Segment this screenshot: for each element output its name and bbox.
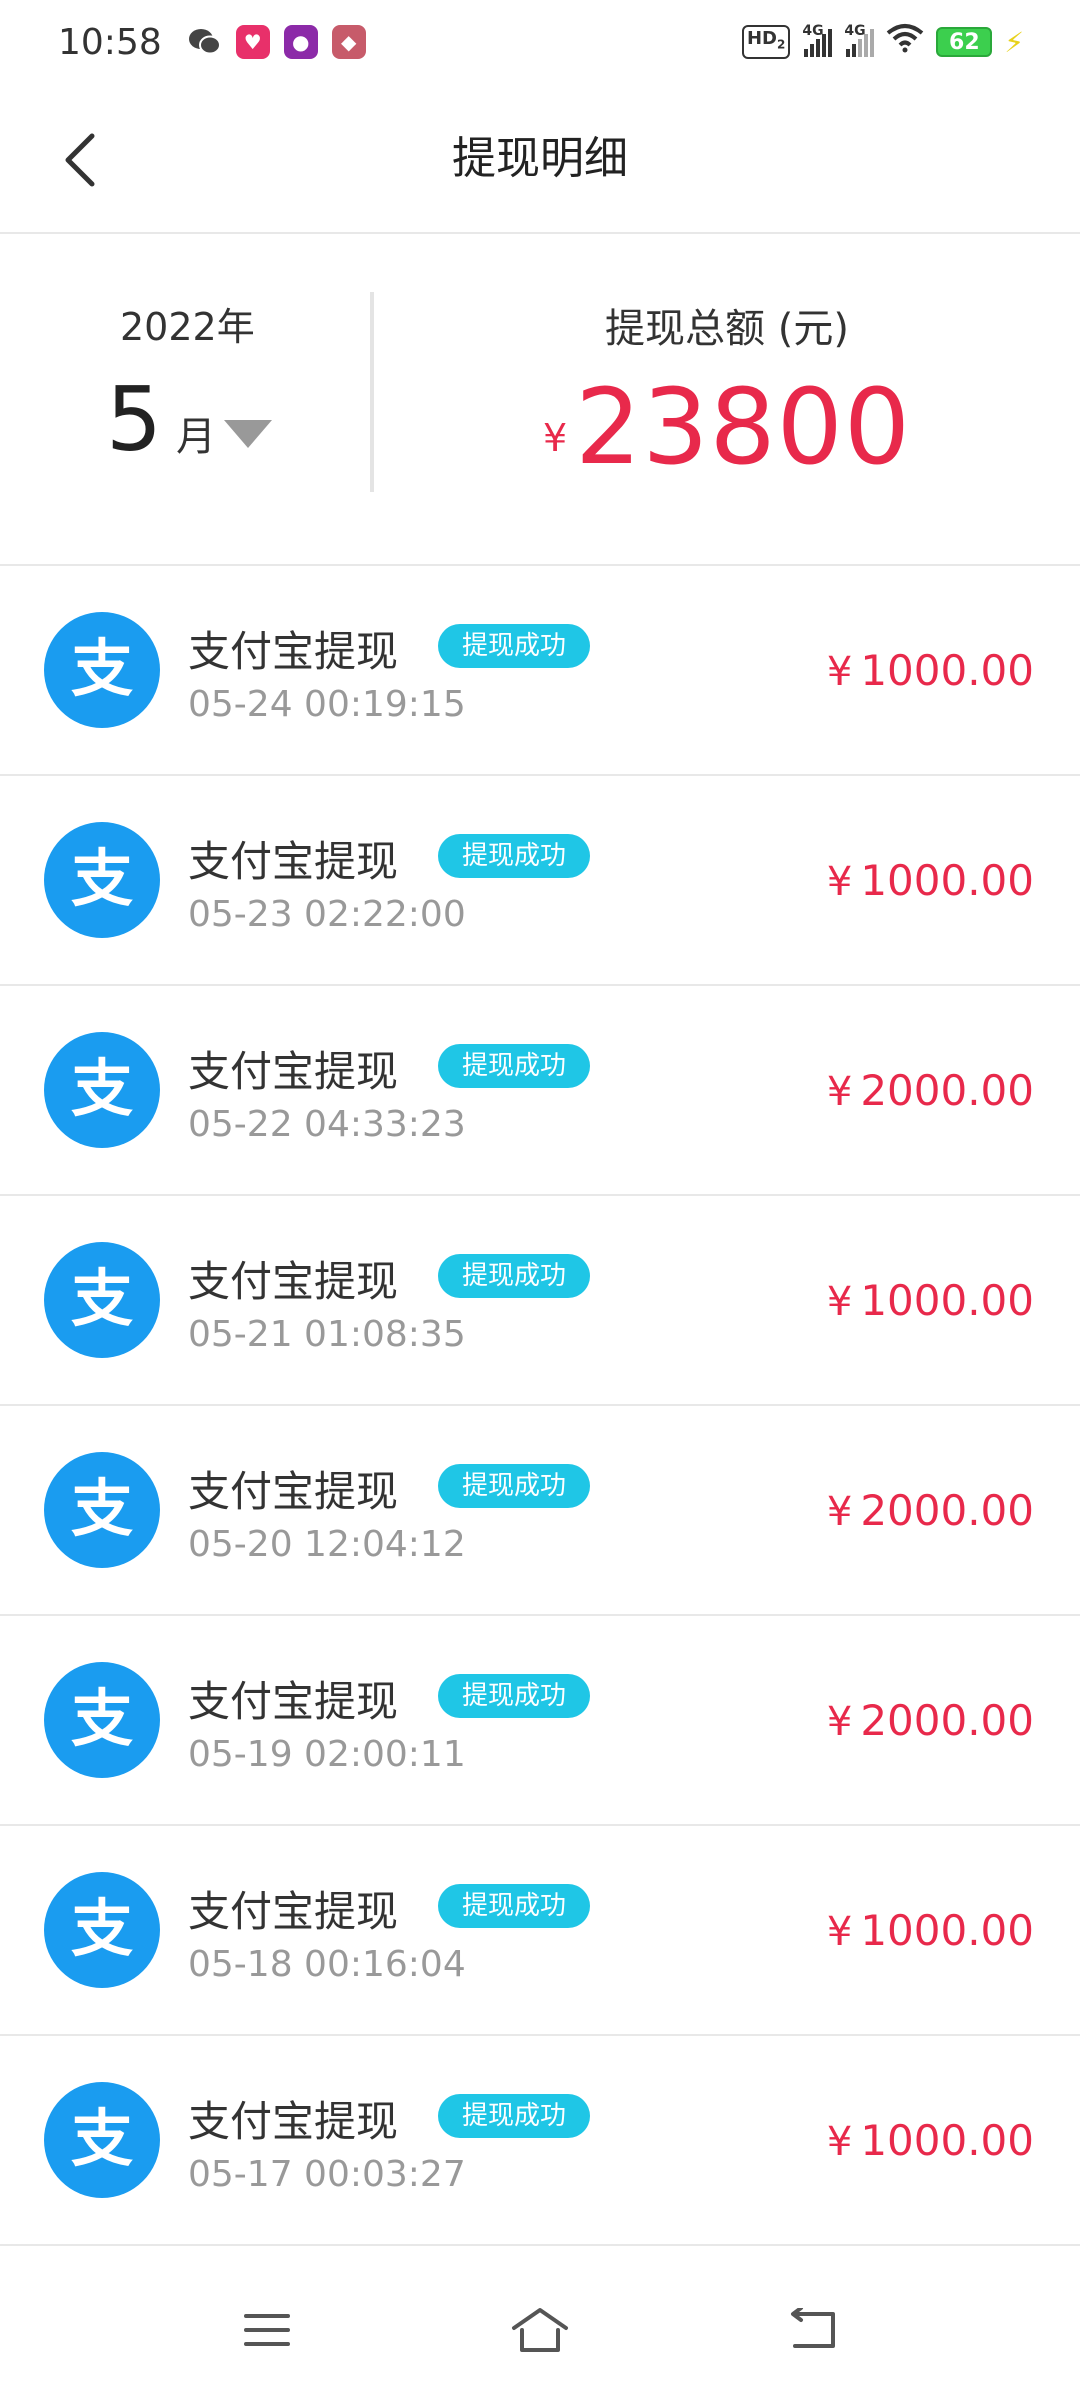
svg-text:支: 支 xyxy=(71,632,133,705)
record-title: 支付宝提现 xyxy=(188,2097,399,2146)
signal-icon: 4G xyxy=(844,23,875,57)
record-amount: ¥2000.00 xyxy=(826,1696,1034,1745)
app-header: 提现明细 xyxy=(0,84,1080,234)
svg-text:支: 支 xyxy=(71,1052,133,1125)
withdrawal-summary: 2022年 5 月 提现总额 (元) ¥23800 xyxy=(0,236,1080,566)
status-badge: 提现成功 xyxy=(438,1674,591,1718)
record-time: 05-21 01:08:35 xyxy=(188,1314,466,1355)
alipay-icon: 支 xyxy=(44,612,160,728)
status-badge: 提现成功 xyxy=(438,624,591,668)
record-time: 05-20 12:04:12 xyxy=(188,1524,466,1565)
record-amount: ¥2000.00 xyxy=(826,1066,1034,1115)
page-title: 提现明细 xyxy=(452,133,628,184)
record-time: 05-18 00:16:04 xyxy=(188,1944,466,1985)
back-nav-button[interactable] xyxy=(768,2285,858,2375)
menu-button[interactable] xyxy=(222,2285,312,2375)
record-amount: ¥1000.00 xyxy=(826,1906,1034,1955)
status-badge: 提现成功 xyxy=(438,2094,591,2138)
svg-text:支: 支 xyxy=(71,1892,133,1965)
record-time: 05-23 02:22:00 xyxy=(188,894,466,935)
back-icon xyxy=(791,2308,836,2348)
withdrawal-record-list: 支 支付宝提现 提现成功 05-24 00:19:15 ¥1000.00 支 支… xyxy=(0,566,1080,2246)
status-badge: 提现成功 xyxy=(438,1884,591,1928)
alipay-icon: 支 xyxy=(44,1032,160,1148)
charging-icon: ⚡ xyxy=(1004,25,1024,59)
list-item[interactable]: 支 支付宝提现 提现成功 05-22 04:33:23 ¥2000.00 xyxy=(0,986,1080,1196)
record-amount: ¥1000.00 xyxy=(826,646,1034,695)
hd-icon: HD2 xyxy=(741,25,791,59)
app-notification-icon: ◆ xyxy=(331,25,366,59)
month-number: 5 xyxy=(106,368,162,471)
record-title: 支付宝提现 xyxy=(188,1467,399,1516)
caret-down-icon xyxy=(224,420,272,448)
wifi-icon xyxy=(886,23,924,61)
app-notification-icon: ♥ xyxy=(235,25,270,59)
list-item[interactable]: 支 支付宝提现 提现成功 05-21 01:08:35 ¥1000.00 xyxy=(0,1196,1080,1406)
alipay-icon: 支 xyxy=(44,822,160,938)
svg-text:支: 支 xyxy=(71,1472,133,1545)
record-amount: ¥1000.00 xyxy=(826,2116,1034,2165)
status-bar: 10:58 ♥ ● ◆ HD2 4G 4G 62 ⚡ xyxy=(0,0,1080,84)
alipay-icon: 支 xyxy=(44,2082,160,2198)
svg-text:支: 支 xyxy=(71,1262,133,1335)
list-item[interactable]: 支 支付宝提现 提现成功 05-24 00:19:15 ¥1000.00 xyxy=(0,566,1080,776)
record-title: 支付宝提现 xyxy=(188,837,399,886)
record-time: 05-24 00:19:15 xyxy=(188,684,466,725)
record-amount: ¥1000.00 xyxy=(826,856,1034,905)
home-button[interactable] xyxy=(495,2285,585,2375)
app-notification-icon: ● xyxy=(283,25,318,59)
list-item[interactable]: 支 支付宝提现 提现成功 05-19 02:00:11 ¥2000.00 xyxy=(0,1616,1080,1826)
alipay-icon: 支 xyxy=(44,1452,160,1568)
currency-symbol: ¥ xyxy=(542,416,568,460)
total-label: 提现总额 (元) xyxy=(605,306,849,352)
list-item[interactable]: 支 支付宝提现 提现成功 05-17 00:03:27 ¥1000.00 xyxy=(0,2036,1080,2246)
record-title: 支付宝提现 xyxy=(188,1047,399,1096)
record-time: 05-19 02:00:11 xyxy=(188,1734,466,1775)
month-unit: 月 xyxy=(176,414,216,460)
list-item[interactable]: 支 支付宝提现 提现成功 05-23 02:22:00 ¥1000.00 xyxy=(0,776,1080,986)
svg-text:支: 支 xyxy=(71,2102,133,2175)
total-amount: ¥23800 xyxy=(374,366,1080,488)
status-badge: 提现成功 xyxy=(438,834,591,878)
status-indicators: HD2 4G 4G 62 ⚡ xyxy=(741,23,1024,61)
alipay-icon: 支 xyxy=(44,1872,160,1988)
svg-text:支: 支 xyxy=(71,842,133,915)
list-item[interactable]: 支 支付宝提现 提现成功 05-18 00:16:04 ¥1000.00 xyxy=(0,1826,1080,2036)
total-amount-value: 23800 xyxy=(575,366,912,488)
alipay-icon: 支 xyxy=(44,1662,160,1778)
wechat-icon xyxy=(188,25,222,59)
record-title: 支付宝提现 xyxy=(188,1887,399,1936)
record-title: 支付宝提现 xyxy=(188,627,399,676)
record-amount: ¥1000.00 xyxy=(826,1276,1034,1325)
record-time: 05-22 04:33:23 xyxy=(188,1104,466,1145)
record-title: 支付宝提现 xyxy=(188,1677,399,1726)
battery-icon: 62 xyxy=(936,27,993,57)
svg-text:支: 支 xyxy=(71,1682,133,1755)
status-badge: 提现成功 xyxy=(438,1464,591,1508)
record-title: 支付宝提现 xyxy=(188,1257,399,1306)
list-item[interactable]: 支 支付宝提现 提现成功 05-20 12:04:12 ¥2000.00 xyxy=(0,1406,1080,1616)
menu-icon xyxy=(243,2314,290,2346)
record-time: 05-17 00:03:27 xyxy=(188,2154,466,2195)
signal-icon: 4G xyxy=(802,23,833,57)
home-icon xyxy=(511,2308,568,2352)
status-time: 10:58 xyxy=(58,21,162,63)
notification-icons: ♥ ● ◆ xyxy=(188,25,366,59)
status-badge: 提现成功 xyxy=(438,1254,591,1298)
status-badge: 提现成功 xyxy=(438,1044,591,1088)
year-label: 2022年 xyxy=(120,305,255,349)
record-amount: ¥2000.00 xyxy=(826,1486,1034,1535)
system-nav-bar xyxy=(0,2260,1080,2400)
month-picker[interactable]: 5 月 xyxy=(106,376,272,464)
alipay-icon: 支 xyxy=(44,1242,160,1358)
